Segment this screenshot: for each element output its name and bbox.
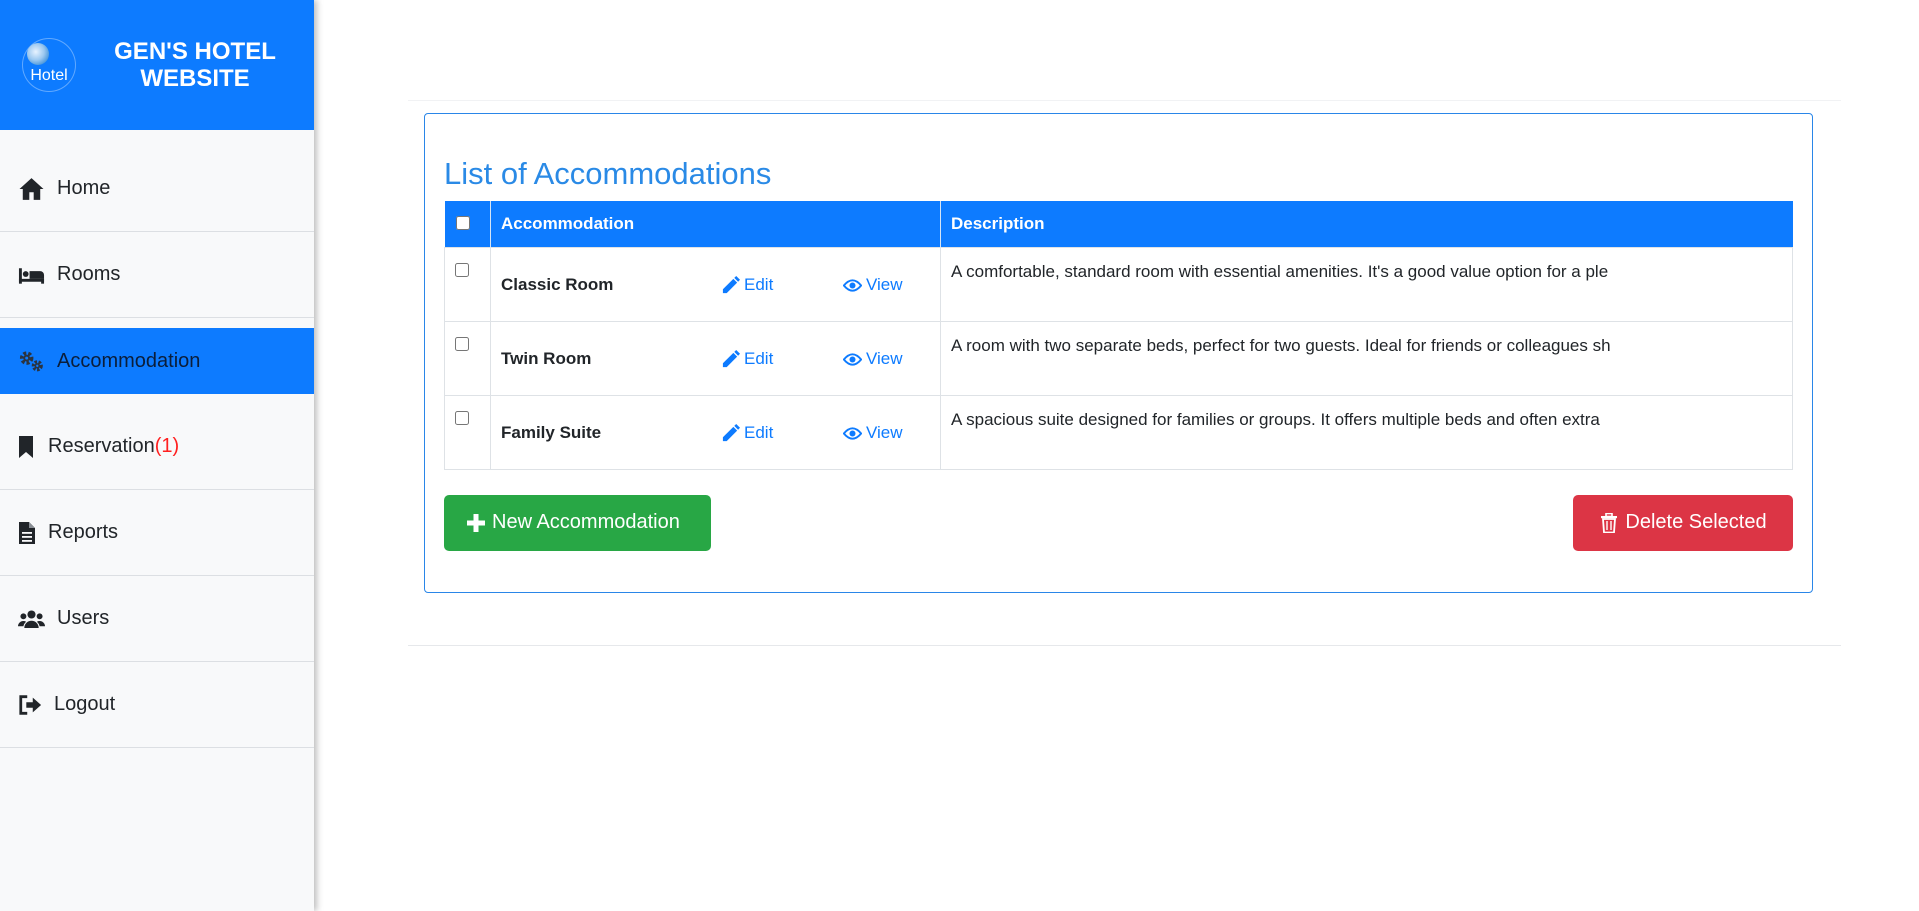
reservation-count-badge: (1) — [154, 435, 180, 457]
pencil-icon — [722, 349, 740, 367]
trash-icon — [1601, 512, 1618, 533]
row-select-cell — [444, 394, 491, 470]
accommodation-table: Accommodation Description Classic Room E… — [444, 201, 1793, 470]
sidebar-item-reports[interactable]: Reports — [0, 490, 314, 576]
sidebar-nav: Home Rooms Accommodation Reservation (1) … — [0, 146, 314, 748]
sidebar-item-reservation[interactable]: Reservation (1) — [0, 404, 314, 490]
accommodation-cell: Family Suite Edit View — [490, 394, 941, 470]
eye-icon — [843, 352, 862, 366]
description-cell: A spacious suite designed for families o… — [940, 394, 1793, 470]
sidebar-item-users[interactable]: Users — [0, 576, 314, 662]
top-divider — [408, 100, 1841, 101]
sidebar-item-label: Users — [57, 607, 110, 629]
delete-selected-label: Delete Selected — [1625, 511, 1767, 533]
bookmark-icon — [19, 435, 33, 458]
logout-icon — [19, 694, 42, 715]
plus-icon — [467, 513, 485, 532]
view-label: View — [866, 275, 903, 294]
sidebar-item-label: Reports — [48, 521, 119, 543]
brand-title: GEN'S HOTEL WEBSITE — [114, 38, 276, 92]
sidebar-item-logout[interactable]: Logout — [0, 662, 314, 748]
accommodation-name: Twin Room — [501, 349, 592, 368]
table-row: Classic Room Edit View A comfortable, st — [444, 246, 1793, 322]
select-all-checkbox[interactable] — [455, 216, 470, 231]
sidebar-item-label: Logout — [54, 693, 116, 715]
row-select-cell — [444, 246, 491, 322]
sidebar-item-accommodation[interactable]: Accommodation — [0, 328, 314, 394]
gears-icon — [19, 351, 43, 372]
description-cell: A comfortable, standard room with essent… — [940, 246, 1793, 322]
sidebar-item-rooms[interactable]: Rooms — [0, 232, 314, 318]
pencil-icon — [722, 275, 740, 293]
eye-icon — [843, 278, 862, 292]
new-accommodation-label: New Accommodation — [492, 511, 680, 533]
globe-icon — [27, 43, 49, 65]
view-link[interactable]: View — [843, 423, 903, 443]
file-icon — [19, 521, 35, 544]
action-buttons: New Accommodation Delete Selected — [444, 494, 1793, 551]
row-checkbox[interactable] — [455, 410, 469, 425]
bed-icon — [18, 267, 45, 284]
hotel-logo[interactable]: Hotel — [22, 38, 76, 92]
row-select-cell — [444, 320, 491, 396]
row-checkbox[interactable] — [455, 262, 469, 277]
main-content: List of Accommodations Accommodation Des… — [314, 0, 1919, 911]
accommodation-name: Classic Room — [501, 275, 614, 294]
users-icon — [18, 609, 45, 628]
accommodation-cell: Twin Room Edit View — [490, 320, 941, 396]
edit-label: Edit — [744, 349, 774, 368]
column-header-description: Description — [951, 213, 1045, 233]
logo-text: Hotel — [30, 67, 68, 84]
accommodation-card: List of Accommodations Accommodation Des… — [424, 113, 1813, 593]
edit-link[interactable]: Edit — [721, 423, 843, 443]
accommodation-name: Family Suite — [501, 423, 602, 442]
brand-header: Hotel GEN'S HOTEL WEBSITE — [0, 0, 314, 130]
edit-label: Edit — [744, 423, 774, 442]
accommodation-cell: Classic Room Edit View — [490, 246, 941, 322]
edit-link[interactable]: Edit — [721, 349, 843, 369]
home-icon — [19, 177, 44, 200]
new-accommodation-button[interactable]: New Accommodation — [444, 494, 711, 551]
sidebar-item-label: Accommodation — [57, 349, 201, 372]
table-row: Family Suite Edit View A spacious suite — [444, 394, 1793, 470]
description-cell: A room with two separate beds, perfect f… — [940, 320, 1793, 396]
sidebar-item-label: Home — [57, 177, 111, 199]
select-all-header — [444, 201, 491, 247]
column-header-accommodation: Accommodation — [490, 201, 941, 247]
sidebar-item-label: Reservation — [48, 435, 155, 457]
edit-label: Edit — [744, 275, 774, 294]
view-label: View — [866, 423, 903, 442]
row-checkbox[interactable] — [455, 336, 469, 351]
page-title: List of Accommodations — [444, 156, 772, 191]
table-header-row: Accommodation Description — [444, 201, 1793, 247]
delete-selected-button[interactable]: Delete Selected — [1573, 494, 1793, 551]
view-link[interactable]: View — [843, 349, 903, 369]
view-link[interactable]: View — [843, 275, 903, 295]
sidebar-item-label: Rooms — [57, 263, 121, 285]
sidebar: Hotel GEN'S HOTEL WEBSITE Home Rooms Acc… — [0, 0, 314, 911]
view-label: View — [866, 349, 903, 368]
edit-link[interactable]: Edit — [721, 275, 843, 295]
content-divider — [408, 645, 1841, 646]
table-row: Twin Room Edit View A room with two sepa — [444, 320, 1793, 396]
eye-icon — [843, 426, 862, 440]
pencil-icon — [722, 423, 740, 441]
sidebar-item-home[interactable]: Home — [0, 146, 314, 232]
